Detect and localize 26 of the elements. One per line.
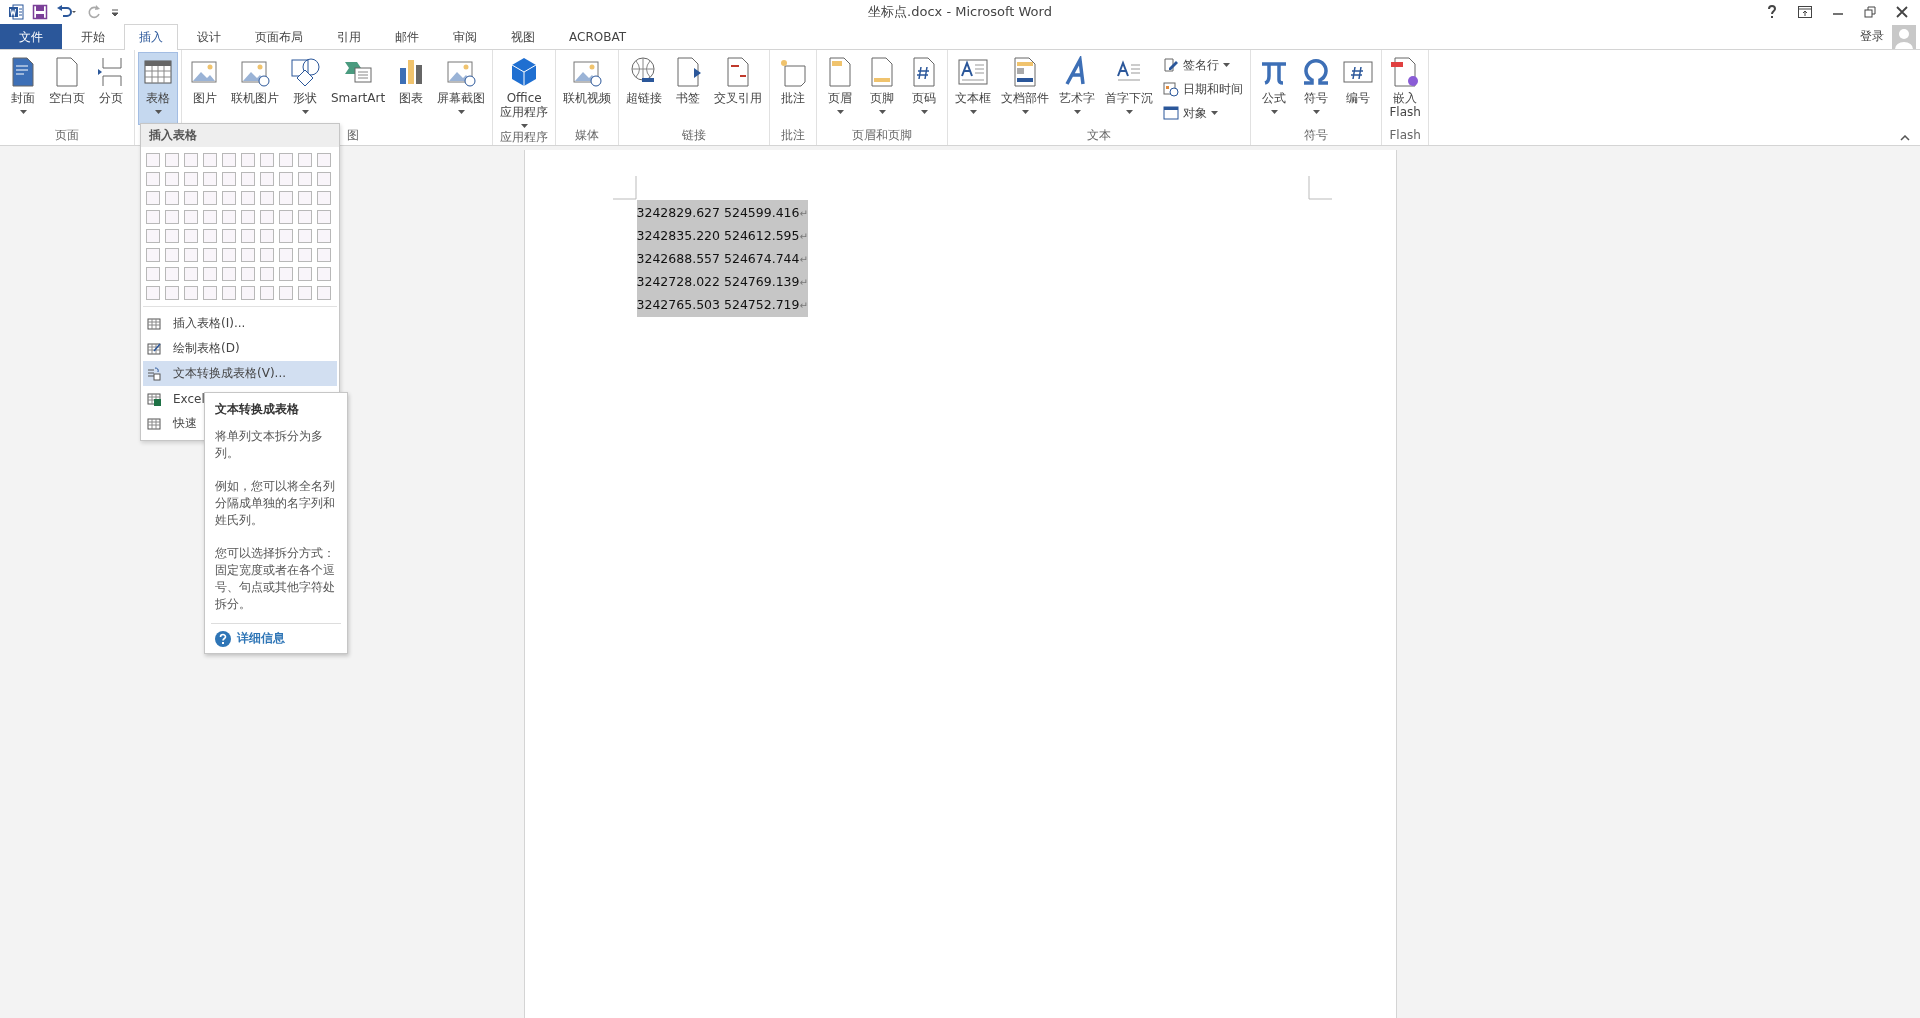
tooltip-text: 将单列文本拆分为多列。 [215, 428, 324, 462]
document-line: 3242835.220 524612.595 [636, 228, 800, 243]
group-label: 符号 [1304, 126, 1329, 144]
paragraph-mark: ↵ [799, 208, 808, 219]
group-label: 页眉和页脚 [852, 126, 913, 144]
group-label: 批注 [781, 126, 806, 144]
group-label: 应用程序 [500, 129, 549, 146]
group-label: Flash [1389, 128, 1421, 142]
document-line: 3242829.627 524599.416 [636, 205, 800, 220]
group-label: 链接 [682, 126, 707, 144]
group-label: 文本 [1087, 126, 1112, 144]
paragraph-mark: ↵ [799, 300, 808, 311]
document-line: 3242728.022 524769.139 [636, 274, 800, 289]
tooltip-text: 例如，您可以将全名列分隔成单独的名字列和姓氏列。 [215, 478, 336, 529]
group-label: 媒体 [575, 126, 600, 144]
tooltip-text: 您可以选择拆分方式：固定宽度或者在各个逗号、句点或其他字符处拆分。 [215, 545, 336, 613]
document-line: 3242765.503 524752.719 [636, 297, 800, 312]
window-title: 坐标点.docx - Microsoft Word [868, 3, 1052, 21]
menu-header: 插入表格 [141, 124, 339, 147]
paragraph-mark: ↵ [799, 231, 808, 242]
paragraph-mark: ↵ [799, 277, 808, 288]
document-line: 3242688.557 524674.744 [636, 251, 800, 266]
tooltip-title: 文本转换成表格 [215, 401, 300, 418]
group-label: 页面 [55, 126, 79, 144]
group-label: 图 [347, 126, 359, 144]
paragraph-mark: ↵ [799, 254, 808, 265]
